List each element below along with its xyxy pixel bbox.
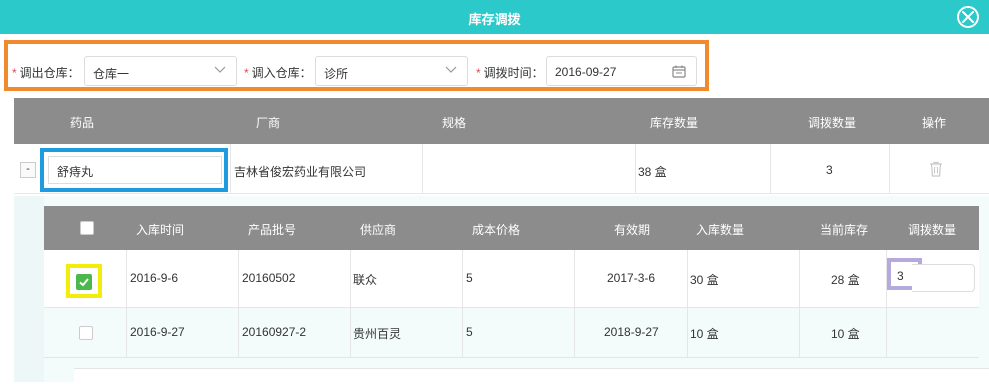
in-qty-cell: 10 盒 <box>690 327 719 341</box>
column-divider <box>350 308 351 357</box>
row-checkbox[interactable] <box>76 274 92 290</box>
column-divider <box>126 308 127 357</box>
batch-panel-indent <box>14 196 44 382</box>
col-cost: 成本价格 <box>472 223 521 237</box>
col-expiry: 有效期 <box>614 223 651 237</box>
column-divider <box>687 250 688 307</box>
cost-cell: 5 <box>466 325 473 339</box>
column-divider <box>889 144 890 194</box>
column-divider <box>886 308 887 357</box>
checkmark-icon <box>79 278 89 287</box>
column-divider <box>230 144 231 194</box>
col-transfer-qty: 调拨数量 <box>908 223 957 237</box>
column-divider <box>238 308 239 357</box>
transfer-date-value: 2016-09-27 <box>555 65 617 79</box>
batch-cell: 20160502 <box>242 271 296 285</box>
column-divider <box>422 144 423 194</box>
drug-name-highlight: 舒痔丸 <box>40 148 228 192</box>
column-divider <box>770 144 771 194</box>
column-divider <box>635 144 636 194</box>
out-warehouse-select[interactable]: 仓库一 <box>84 56 237 86</box>
drug-table-header: 药品 厂商 规格 库存数量 调拨数量 操作 <box>14 98 989 144</box>
drug-name-input[interactable]: 舒痔丸 <box>48 156 222 184</box>
transfer-time-label: * 调拨时间： <box>476 66 544 80</box>
current-stock-cell: 10 盒 <box>831 327 860 341</box>
out-warehouse-value: 仓库一 <box>93 67 130 81</box>
col-transfer: 调拨数量 <box>808 116 857 130</box>
transfer-qty-input[interactable] <box>912 264 975 292</box>
col-action: 操作 <box>922 116 947 130</box>
column-divider <box>462 250 463 307</box>
in-warehouse-value: 诊所 <box>324 67 349 81</box>
table-row: 2016-9-6 20160502 联众 5 2017-3-6 30 盒 28 … <box>44 250 979 308</box>
current-stock-cell: 28 盒 <box>831 273 860 287</box>
filter-bar: * 调出仓库： 仓库一 * 调入仓库： 诊所 * 调拨时间： 2016-09-27 <box>4 40 709 91</box>
transfer-qty-value: 3 <box>897 269 904 283</box>
column-divider <box>462 308 463 357</box>
table-row: 2016-9-27 20160927-2 贵州百灵 5 2018-9-27 10… <box>44 308 979 358</box>
column-divider <box>799 250 800 307</box>
col-stock: 库存数量 <box>650 116 699 130</box>
stock-cell: 38 盒 <box>638 165 667 179</box>
maker-cell: 吉林省俊宏药业有限公司 <box>234 165 367 179</box>
chevron-down-icon <box>445 66 457 73</box>
table-row: - 舒痔丸 吉林省俊宏药业有限公司 38 盒 3 <box>14 144 989 194</box>
column-divider <box>350 250 351 307</box>
col-in-qty: 入库数量 <box>696 223 745 237</box>
column-divider <box>574 250 575 307</box>
in-warehouse-select[interactable]: 诊所 <box>315 56 468 86</box>
row-checkbox[interactable] <box>79 326 93 340</box>
col-in-time: 入库时间 <box>136 223 185 237</box>
in-warehouse-label: * 调入仓库： <box>244 66 312 80</box>
col-current: 当前库存 <box>820 223 869 237</box>
chevron-down-icon <box>214 66 226 73</box>
in-qty-cell: 30 盒 <box>690 273 719 287</box>
col-supplier: 供应商 <box>360 223 397 237</box>
checkbox-highlight <box>66 264 102 298</box>
dialog-title: 库存调拨 <box>468 12 521 27</box>
column-divider <box>799 308 800 357</box>
col-drug: 药品 <box>70 116 95 130</box>
transfer-cell: 3 <box>826 163 833 177</box>
in-time-cell: 2016-9-27 <box>130 325 185 339</box>
batch-panel: 入库时间 产品批号 供应商 成本价格 有效期 入库数量 当前库存 调拨数量 20… <box>14 196 989 384</box>
column-divider <box>574 308 575 357</box>
trash-icon[interactable] <box>929 161 943 177</box>
close-icon <box>962 11 974 23</box>
column-divider <box>238 250 239 307</box>
supplier-cell: 联众 <box>353 273 378 287</box>
supplier-cell: 贵州百灵 <box>353 327 402 341</box>
expiry-cell: 2018-9-27 <box>604 325 659 339</box>
cost-cell: 5 <box>466 271 473 285</box>
col-spec: 规格 <box>442 116 467 130</box>
col-maker: 厂商 <box>256 116 281 130</box>
column-divider <box>126 250 127 307</box>
expiry-cell: 2017-3-6 <box>607 271 656 285</box>
batch-table-header: 入库时间 产品批号 供应商 成本价格 有效期 入库数量 当前库存 调拨数量 <box>44 206 979 250</box>
batch-cell: 20160927-2 <box>242 325 307 339</box>
calendar-icon <box>672 65 686 78</box>
dialog-titlebar: 库存调拨 <box>0 0 989 34</box>
col-batch: 产品批号 <box>248 223 297 237</box>
in-time-cell: 2016-9-6 <box>130 271 179 285</box>
collapse-toggle-button[interactable]: - <box>20 162 36 178</box>
column-divider <box>687 308 688 357</box>
out-warehouse-label: * 调出仓库： <box>12 66 80 80</box>
transfer-date-input[interactable]: 2016-09-27 <box>546 56 697 86</box>
select-all-checkbox[interactable] <box>80 221 94 235</box>
close-button[interactable] <box>957 6 979 28</box>
